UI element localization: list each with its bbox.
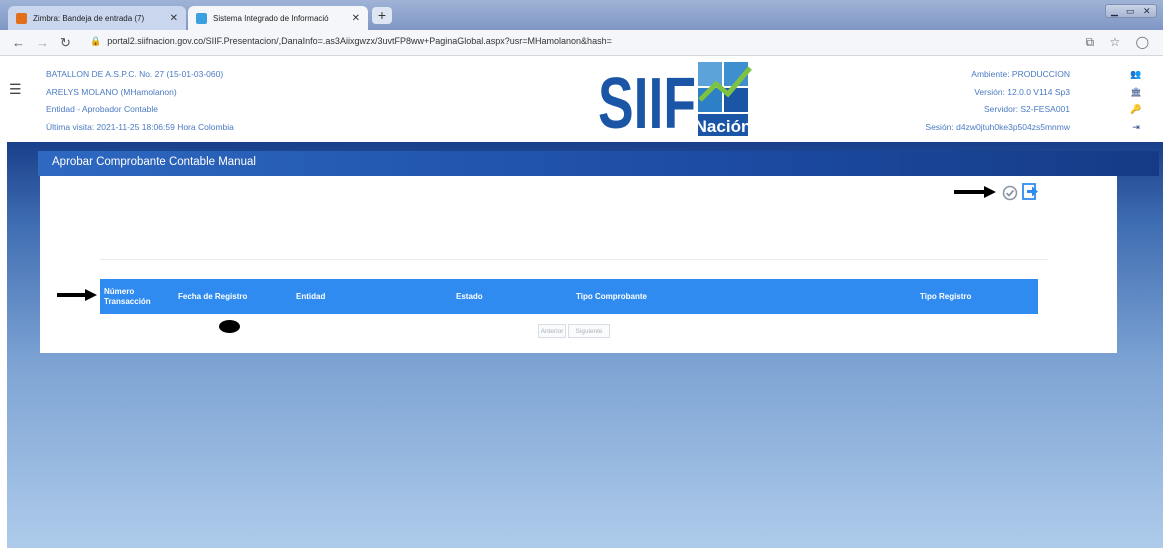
logo-subtext: Nación	[695, 117, 752, 136]
zimbra-favicon-icon	[16, 12, 27, 24]
new-tab-button[interactable]: +	[372, 7, 392, 24]
reload-icon[interactable]: ↻	[60, 35, 71, 51]
annotation-arrow-icon	[954, 186, 996, 198]
lock-icon: 🔒	[90, 36, 102, 46]
url-field[interactable]: 🔒 portal2.siifnacion.gov.co/SIIF.Presenta…	[90, 36, 612, 47]
bookmark-star-icon[interactable]: ☆	[1109, 35, 1120, 49]
address-bar: ← → ↻ 🔒 portal2.siifnacion.gov.co/SIIF.Pr…	[0, 30, 1163, 56]
logout-icon[interactable]: ⇥	[1129, 119, 1143, 137]
column-numero-transaccion[interactable]: Número Transacción	[104, 279, 162, 314]
column-fecha-registro[interactable]: Fecha de Registro	[178, 279, 288, 314]
institution-icon[interactable]: 🏛	[1129, 84, 1143, 102]
menu-icon[interactable]: ☰	[9, 81, 22, 98]
window-controls: ▁ ▭ ✕	[1105, 4, 1157, 18]
table-header: Número Transacción Fecha de Registro Ent…	[100, 279, 1038, 314]
user-info: BATALLON DE A.S.P.C. No. 27 (15-01-03-06…	[46, 66, 234, 136]
session: Sesión: d4zw0jtuh0ke3p504zs5mnmw	[925, 121, 1070, 132]
server: Servidor: S2-FESA001	[984, 104, 1070, 114]
minimize-icon[interactable]: ▁	[1111, 6, 1118, 17]
tab-title: Sistema Integrado de Informació	[213, 13, 329, 23]
column-entidad[interactable]: Entidad	[296, 279, 416, 314]
column-tipo-registro[interactable]: Tipo Registro	[920, 279, 1030, 314]
close-tab-icon[interactable]: ✕	[170, 13, 178, 24]
column-estado[interactable]: Estado	[456, 279, 536, 314]
previous-page-button[interactable]: Anterior	[538, 324, 566, 338]
column-tipo-comprobante[interactable]: Tipo Comprobante	[576, 279, 736, 314]
annotation-dot	[219, 320, 240, 333]
forward-icon[interactable]: →	[36, 35, 49, 50]
tab-zimbra[interactable]: Zimbra: Bandeja de entrada (7) ✕	[8, 6, 186, 30]
next-page-button[interactable]: Siguiente	[568, 324, 610, 338]
user-entity: BATALLON DE A.S.P.C. No. 27 (15-01-03-06…	[46, 69, 224, 79]
header-action-icons: 👥 🏛 🔑 ⇥	[1129, 66, 1143, 136]
server-info: Ambiente: PRODUCCION Versión: 12.0.0 V11…	[925, 66, 1070, 136]
siif-favicon-icon	[196, 12, 207, 24]
logo-text: SIIF	[598, 64, 696, 136]
page-title: Aprobar Comprobante Contable Manual	[52, 156, 256, 168]
window-close-icon[interactable]: ✕	[1143, 6, 1151, 17]
user-role: Entidad - Aprobador Contable	[46, 104, 158, 114]
divider	[100, 259, 1048, 260]
site-header: ☰ BATALLON DE A.S.P.C. No. 27 (15-01-03-…	[0, 56, 1163, 142]
users-icon[interactable]: 👥	[1129, 66, 1143, 84]
browser-tab-bar: Zimbra: Bandeja de entrada (7) ✕ Sistema…	[0, 0, 1163, 30]
approve-check-icon[interactable]	[1002, 185, 1018, 201]
siif-logo: SIIF Nación	[598, 62, 752, 136]
exit-icon[interactable]	[1022, 183, 1039, 200]
panel-header: Aprobar Comprobante Contable Manual	[38, 151, 1159, 176]
last-visit: Última visita: 2021-11-25 18:06:59 Hora …	[46, 121, 234, 132]
environment: Ambiente: PRODUCCION	[971, 69, 1070, 79]
share-icon[interactable]: ⧉	[1086, 35, 1095, 49]
back-icon[interactable]: ←	[12, 35, 25, 50]
version: Versión: 12.0.0 V114 Sp3	[974, 86, 1070, 97]
annotation-arrow-icon	[57, 289, 97, 301]
key-icon[interactable]: 🔑	[1129, 101, 1143, 119]
close-tab-icon[interactable]: ✕	[352, 13, 360, 24]
profile-icon[interactable]: ◯	[1136, 35, 1149, 49]
tab-siif[interactable]: Sistema Integrado de Informació ✕	[188, 6, 368, 30]
maximize-icon[interactable]: ▭	[1126, 6, 1135, 17]
url-text: portal2.siifnacion.gov.co/SIIF.Presentac…	[107, 36, 612, 46]
user-name: ARELYS MOLANO (MHamolanon)	[46, 86, 177, 97]
address-bar-icons: ⧉ ☆ ◯	[1074, 35, 1149, 50]
tab-title: Zimbra: Bandeja de entrada (7)	[33, 13, 145, 23]
